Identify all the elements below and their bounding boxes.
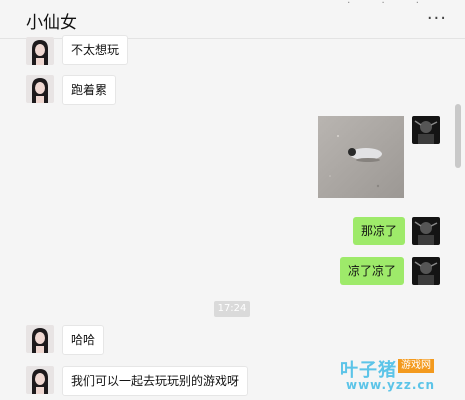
contact-avatar[interactable] — [26, 366, 54, 394]
contact-avatar[interactable] — [26, 75, 54, 103]
message-bubble-received[interactable]: 跑着累 — [62, 75, 117, 105]
user-avatar[interactable] — [412, 116, 440, 144]
girl-avatar-icon — [26, 366, 54, 394]
user-avatar[interactable] — [412, 217, 440, 245]
dark-avatar-icon — [412, 257, 440, 285]
girl-avatar-icon — [26, 75, 54, 103]
dark-avatar-icon — [412, 116, 440, 144]
message-bubble-sent[interactable]: 凉了凉了 — [340, 257, 405, 285]
girl-avatar-icon — [26, 325, 54, 353]
message-timestamp: 17:24 — [214, 301, 250, 317]
watermark-url: www.yzz.cn — [346, 378, 436, 392]
girl-avatar-icon — [26, 37, 54, 65]
contact-avatar[interactable] — [26, 37, 54, 65]
window-controls[interactable]: · · · — [347, 0, 433, 9]
message-bubble-sent[interactable]: 那凉了 — [353, 217, 406, 245]
chat-title: 小仙女 — [26, 13, 77, 33]
photo-thumbnail-icon — [318, 116, 404, 198]
chat-header: 小仙女 · · · ··· — [0, 0, 465, 39]
message-bubble-received[interactable]: 不太想玩 — [62, 35, 129, 65]
more-options-button[interactable]: ··· — [427, 8, 447, 29]
site-watermark: 叶子猪 游戏网 www.yzz.cn — [340, 356, 460, 400]
user-avatar[interactable] — [412, 257, 440, 285]
message-bubble-received[interactable]: 哈哈 — [62, 325, 105, 355]
message-list[interactable]: 不太想玩 跑着累 那凉了 凉了凉了 17:24 哈哈 我们可以一起去玩玩别的游戏… — [0, 35, 465, 400]
dark-avatar-icon — [412, 217, 440, 245]
chat-scrollbar[interactable] — [455, 104, 461, 168]
message-bubble-received[interactable]: 我们可以一起去玩玩别的游戏呀 — [62, 366, 249, 396]
watermark-tag: 游戏网 — [398, 359, 434, 373]
contact-avatar[interactable] — [26, 325, 54, 353]
message-image[interactable] — [318, 116, 404, 198]
